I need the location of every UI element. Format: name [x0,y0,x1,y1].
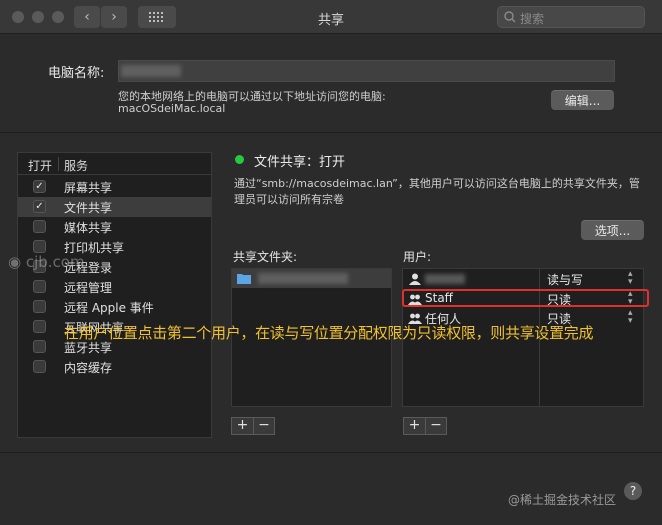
header-service: 服务 [64,159,89,173]
forward-button[interactable]: › [101,6,127,28]
redacted-folder-name [258,273,348,284]
service-checkbox[interactable] [33,300,46,313]
grid-icon [149,12,163,22]
watermark-logo-icon: ◉ [8,253,26,271]
divider [0,132,662,133]
service-label: 远程管理 [64,281,113,295]
add-folder-button[interactable]: + [232,418,253,434]
highlight-box [402,289,649,307]
header-on: 打开 [28,159,53,173]
back-button[interactable]: ‹ [74,6,100,28]
watermark-site-text: cjb.com [25,253,85,271]
computer-name-field[interactable] [118,60,615,82]
users-label: 用户: [403,250,432,264]
search-placeholder: 搜索 [520,12,545,26]
instruction-annotation: 在用户位置点击第二个用户，在读与写位置分配权限为只读权限，则共享设置完成 [64,324,594,342]
service-checkbox[interactable] [33,340,46,353]
search-icon [504,11,516,23]
service-list-header: 打开 服务 [18,153,211,175]
service-checkbox[interactable] [33,220,46,233]
add-user-button[interactable]: + [404,418,425,434]
service-list: 打开 服务 ✓ 屏幕共享 ✓ 文件共享 媒体共享 打印机共享 远程登录 远程管理 远程 Appl… [17,152,212,438]
service-label: 屏幕共享 [64,181,113,195]
user-row[interactable]: 读与写 ▴ ▾ [403,270,643,289]
chevron-left-icon: ‹ [84,9,90,25]
service-row[interactable]: ✓ 屏幕共享 [18,177,211,197]
service-checkbox[interactable]: ✓ [33,200,46,213]
service-row[interactable]: 内容缓存 [18,357,211,377]
shared-folders-label: 共享文件夹: [233,250,298,264]
service-checkbox[interactable] [33,240,46,253]
computer-name-label: 电脑名称: [48,66,105,81]
remove-folder-button[interactable]: − [253,418,274,434]
close-window-button[interactable] [12,11,24,23]
service-label: 内容缓存 [64,361,113,375]
folder-add-remove: + − [231,417,275,435]
service-label: 媒体共享 [64,221,113,235]
service-label: 文件共享 [64,201,113,215]
search-field[interactable]: 搜索 [497,6,645,28]
service-checkbox[interactable] [33,360,46,373]
service-row[interactable]: 媒体共享 [18,217,211,237]
updown-arrows-icon: ▴ ▾ [628,269,633,287]
service-row[interactable]: 远程管理 [18,277,211,297]
help-button[interactable]: ? [624,482,642,500]
user-add-remove: + − [403,417,447,435]
site-watermark: ◉ cjb.com [8,253,85,271]
service-checkbox[interactable] [33,320,46,333]
redacted-name [121,65,181,77]
show-all-button[interactable] [138,6,176,28]
local-address: macOSdeiMac.local [118,102,226,115]
options-button[interactable]: 选项... [581,220,644,240]
permission-select[interactable]: 读与写 [547,271,583,288]
juejin-watermark: @稀土掘金技术社区 [508,493,617,507]
title-bar: ‹ › 共享 搜索 [0,0,662,34]
redacted-user-name [425,274,465,284]
zoom-window-button[interactable] [52,11,64,23]
edit-button[interactable]: 编辑... [551,90,614,110]
shared-folder-row[interactable] [232,269,391,288]
status-indicator [235,155,244,164]
folder-icon [237,274,251,284]
bottom-divider [0,452,662,453]
status-title: 文件共享：打开 [254,155,346,170]
user-icon [409,273,421,285]
service-label: 远程 Apple 事件 [64,301,154,315]
service-checkbox[interactable] [33,280,46,293]
header-divider [58,157,59,171]
chevron-right-icon: › [111,9,117,25]
minimize-window-button[interactable] [32,11,44,23]
status-description: 通过“smb://macosdeimac.lan”，其他用户可以访问这台电脑上的… [234,177,640,206]
updown-arrows-icon: ▴ ▾ [628,308,633,326]
service-checkbox[interactable]: ✓ [33,180,46,193]
service-row[interactable]: 远程 Apple 事件 [18,297,211,317]
service-row[interactable]: ✓ 文件共享 [18,197,211,217]
remove-user-button[interactable]: − [425,418,446,434]
